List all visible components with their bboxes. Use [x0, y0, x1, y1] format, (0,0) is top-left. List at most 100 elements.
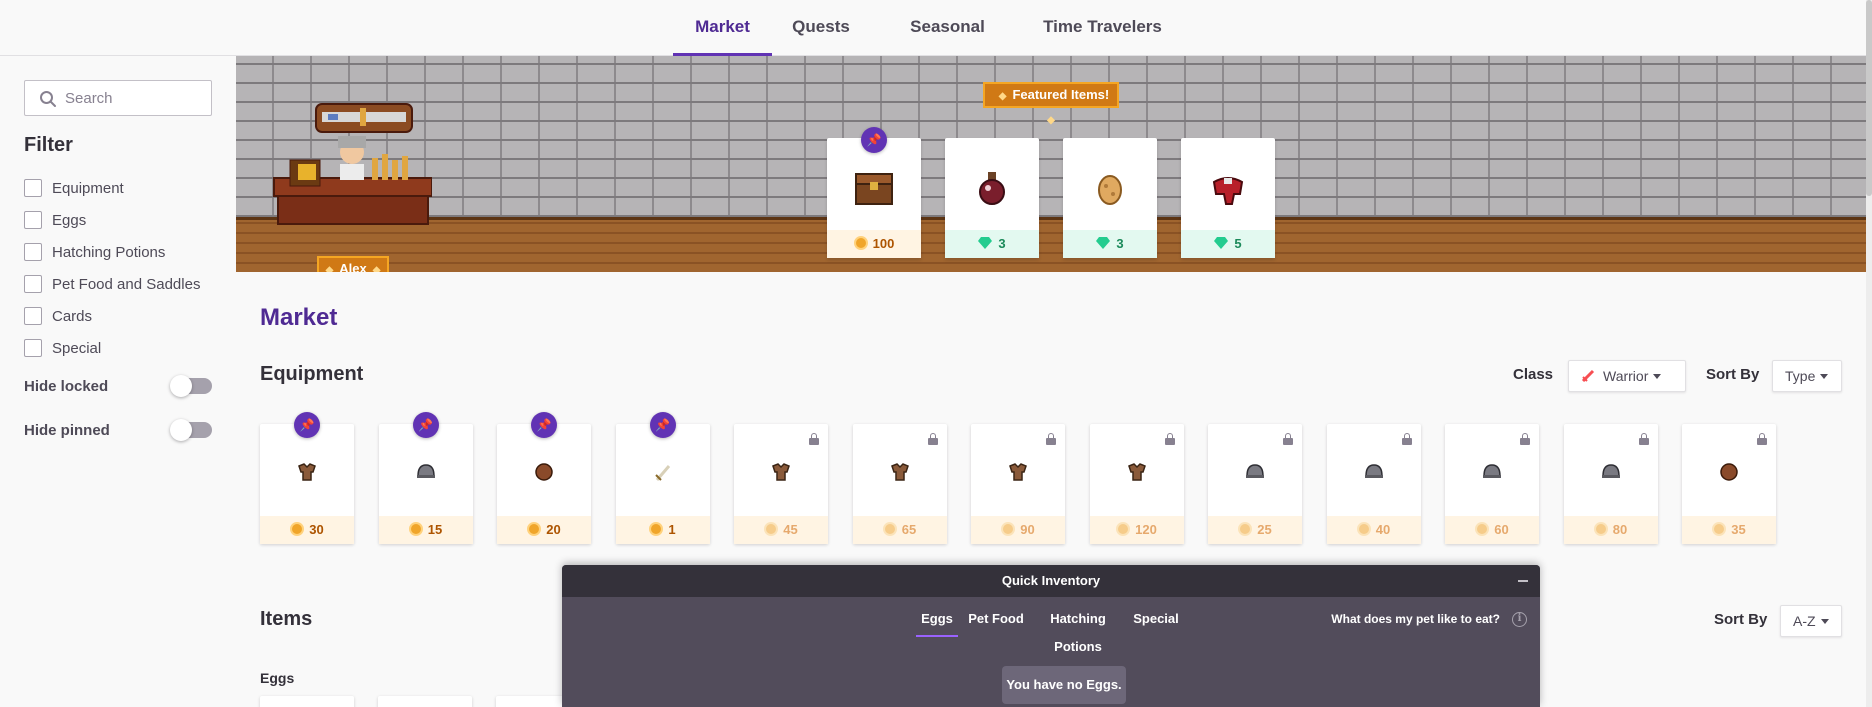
price-value: 25	[1257, 522, 1272, 537]
helmet-icon	[1364, 464, 1383, 478]
filter-equipment[interactable]: Equipment	[24, 178, 124, 198]
egg-item-card[interactable]	[378, 696, 472, 707]
checkbox[interactable]	[24, 211, 42, 229]
class-value: Warrior	[1603, 368, 1649, 384]
minimize-icon[interactable]	[1518, 580, 1528, 582]
shield-icon	[1720, 463, 1738, 481]
gold-coin-icon	[1116, 522, 1131, 536]
featured-item-card[interactable]: 3	[1063, 138, 1157, 258]
filter-label: Pet Food and Saddles	[52, 275, 201, 293]
featured-price: 3	[1063, 230, 1157, 258]
featured-item-card[interactable]: 100	[827, 138, 921, 258]
price-value: 1	[668, 522, 676, 537]
sort-by-label: Sort By	[1706, 366, 1760, 383]
featured-items-plate: ◆ Featured Items! ◆	[983, 82, 1119, 126]
equipment-card[interactable]: 1	[615, 424, 710, 544]
price-value: 30	[309, 522, 324, 537]
armor-icon	[772, 463, 790, 481]
search-box[interactable]	[24, 80, 212, 116]
gem-icon	[1214, 237, 1229, 249]
equipment-card[interactable]: 20	[497, 424, 591, 544]
qi-tab-pet-food[interactable]: Pet Food	[964, 605, 1028, 637]
featured-price: 100	[827, 230, 921, 258]
tab-market[interactable]: Market	[673, 0, 772, 56]
equipment-price: 45	[734, 516, 828, 544]
helmet-icon	[1601, 464, 1620, 478]
checkbox[interactable]	[24, 243, 42, 261]
equipment-card[interactable]: 30	[260, 424, 354, 544]
equipment-card[interactable]: 90	[971, 424, 1065, 544]
class-dropdown[interactable]: Warrior	[1568, 360, 1686, 392]
qi-tab-eggs[interactable]: Eggs	[916, 605, 958, 637]
featured-item-card[interactable]: 3	[945, 138, 1039, 258]
sort-dropdown[interactable]: Type	[1772, 360, 1842, 392]
hide-pinned-toggle[interactable]	[170, 419, 212, 441]
equipment-card[interactable]: 35	[1682, 424, 1776, 544]
lock-icon	[1164, 433, 1175, 445]
helmet-icon	[1246, 464, 1264, 478]
hide-locked-label: Hide locked	[24, 378, 109, 395]
checkbox[interactable]	[24, 339, 42, 357]
checkbox[interactable]	[24, 307, 42, 325]
equipment-card[interactable]: 25	[1208, 424, 1302, 544]
filter-eggs[interactable]: Eggs	[24, 210, 86, 230]
sword-icon	[654, 465, 670, 481]
pin-icon[interactable]: 📌	[531, 412, 557, 438]
featured-price: 5	[1181, 230, 1275, 258]
equipment-price: 1	[615, 516, 710, 544]
gold-coin-icon	[1238, 522, 1253, 536]
equipment-card[interactable]: 60	[1445, 424, 1539, 544]
featured-item-card[interactable]: 5	[1181, 138, 1275, 258]
merchant-name: Alex	[339, 261, 367, 272]
price-value: 5	[1234, 236, 1242, 251]
equipment-card[interactable]: 45	[734, 424, 828, 544]
filter-special[interactable]: Special	[24, 338, 101, 358]
lock-icon	[1283, 433, 1293, 445]
info-icon[interactable]: i	[1512, 612, 1527, 627]
quick-inventory-title: Quick Inventory	[1001, 573, 1101, 588]
items-sort-dropdown[interactable]: A-Z	[1780, 605, 1842, 637]
tab-quests[interactable]: Quests	[789, 0, 853, 56]
filter-pet-food-and-saddles[interactable]: Pet Food and Saddles	[24, 274, 200, 294]
scrollbar-thumb[interactable]	[1866, 0, 1872, 196]
shield-icon	[535, 463, 553, 481]
qi-tab-hatching-potions[interactable]: Hatching Potions	[1028, 605, 1128, 654]
equipment-price: 40	[1326, 516, 1421, 544]
equipment-price: 80	[1563, 516, 1658, 544]
egg-icon	[1098, 175, 1122, 205]
checkbox[interactable]	[24, 179, 42, 197]
equipment-price: 90	[971, 516, 1065, 544]
class-label: Class	[1513, 366, 1554, 383]
pin-icon[interactable]: 📌	[294, 412, 320, 438]
pin-icon[interactable]: 📌	[861, 127, 887, 153]
hide-pinned-row: Hide pinned	[24, 419, 212, 442]
equipment-card[interactable]: 40	[1326, 424, 1421, 544]
hide-pinned-label: Hide pinned	[24, 422, 110, 439]
checkbox[interactable]	[24, 275, 42, 293]
page-scrollbar[interactable]	[1866, 0, 1872, 707]
diamond-icon: ◆	[998, 91, 1007, 102]
egg-item-card[interactable]	[260, 696, 354, 707]
pin-icon[interactable]: 📌	[649, 412, 676, 438]
tab-time-travelers[interactable]: Time Travelers	[1042, 0, 1163, 56]
potion-icon	[979, 172, 1005, 205]
equipment-card[interactable]: 120	[1089, 424, 1184, 544]
equipment-heading: Equipment	[260, 363, 364, 385]
gold-coin-icon	[290, 522, 305, 536]
hide-locked-toggle[interactable]	[170, 375, 212, 397]
pin-icon[interactable]: 📌	[412, 412, 439, 438]
sort-value: Type	[1785, 368, 1816, 384]
equipment-card[interactable]: 15	[378, 424, 473, 544]
search-input[interactable]	[65, 88, 205, 108]
filter-hatching-potions[interactable]: Hatching Potions	[24, 242, 165, 262]
equipment-card[interactable]: 80	[1563, 424, 1658, 544]
search-icon	[40, 91, 56, 107]
chevron-down-icon	[1653, 374, 1662, 379]
filter-cards[interactable]: Cards	[24, 306, 92, 326]
saddle-icon	[1212, 177, 1244, 205]
tab-seasonal-shop[interactable]: Seasonal Shop	[887, 0, 1008, 90]
equipment-card[interactable]: 65	[852, 424, 947, 544]
gold-coin-icon	[1712, 522, 1727, 536]
qi-tab-special[interactable]: Special	[1132, 605, 1180, 637]
price-value: 45	[783, 522, 798, 537]
